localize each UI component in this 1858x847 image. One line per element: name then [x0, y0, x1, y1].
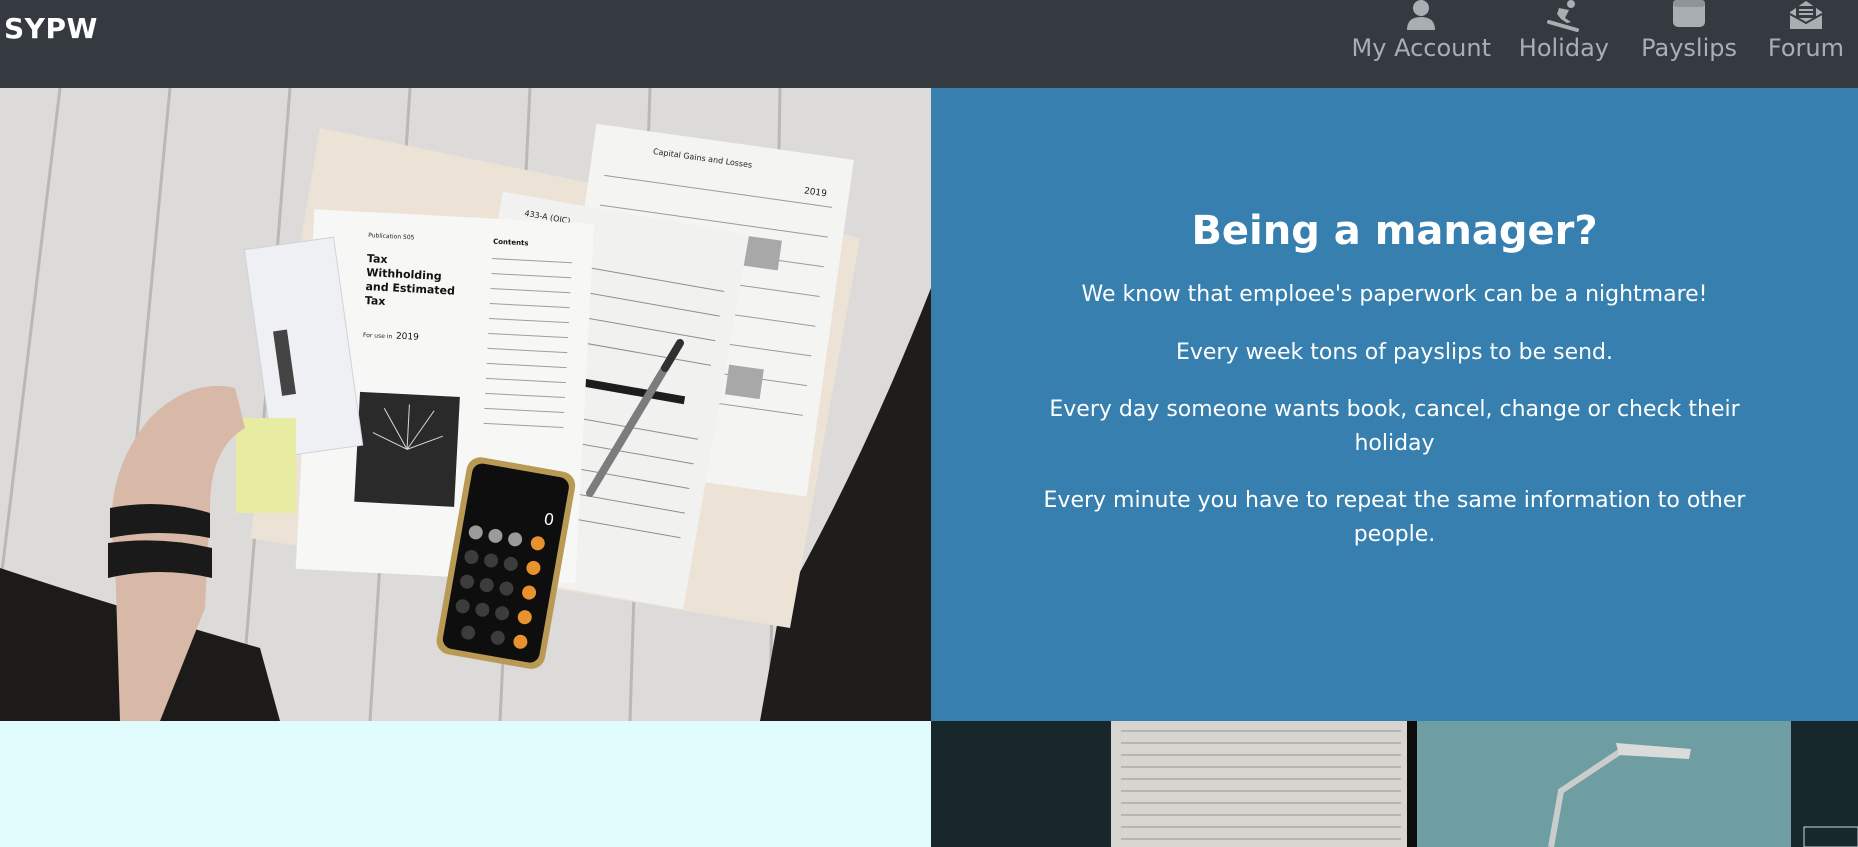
- manager-intro-panel: Being a manager? We know that emploee's …: [931, 88, 1858, 721]
- nav-payslips-label: Payslips: [1641, 34, 1737, 62]
- next-section-panel: [0, 721, 931, 847]
- nav-payslips[interactable]: Payslips: [1641, 0, 1737, 70]
- hero-title: Being a manager?: [1191, 208, 1598, 254]
- hero-paragraph-paperwork: We know that emploee's paperwork can be …: [1081, 282, 1708, 307]
- nav-holiday-label: Holiday: [1518, 34, 1609, 62]
- hero-paragraph-payslips: Every week tons of payslips to be send.: [1175, 340, 1614, 365]
- nav-my-account-label: My Account: [1351, 34, 1491, 62]
- tax-paperwork-photo: Capital Gains and Losses 2019 433-A (OIC…: [0, 88, 931, 721]
- wallet-icon: [1672, 0, 1706, 34]
- booklet-year-text: 2019: [396, 332, 420, 343]
- nav-my-account[interactable]: My Account: [1352, 0, 1491, 70]
- mail-open-icon: [1789, 0, 1823, 34]
- hero-paragraph-holiday: Every day someone wants book, cancel, ch…: [1049, 397, 1740, 456]
- snowboarder-icon: [1546, 0, 1581, 34]
- nav-holiday[interactable]: Holiday: [1519, 0, 1609, 70]
- monitor-desk-photo: [931, 721, 1858, 847]
- user-icon: [1406, 0, 1436, 34]
- nav-forum[interactable]: Forum: [1768, 0, 1844, 70]
- top-navbar: SYPW My Account Holiday Payslips Forum: [0, 0, 1858, 88]
- hero-paragraph-repeat: Every minute you have to repeat the same…: [1043, 488, 1746, 547]
- nav-forum-label: Forum: [1767, 34, 1844, 62]
- brand-logo[interactable]: SYPW: [4, 12, 98, 45]
